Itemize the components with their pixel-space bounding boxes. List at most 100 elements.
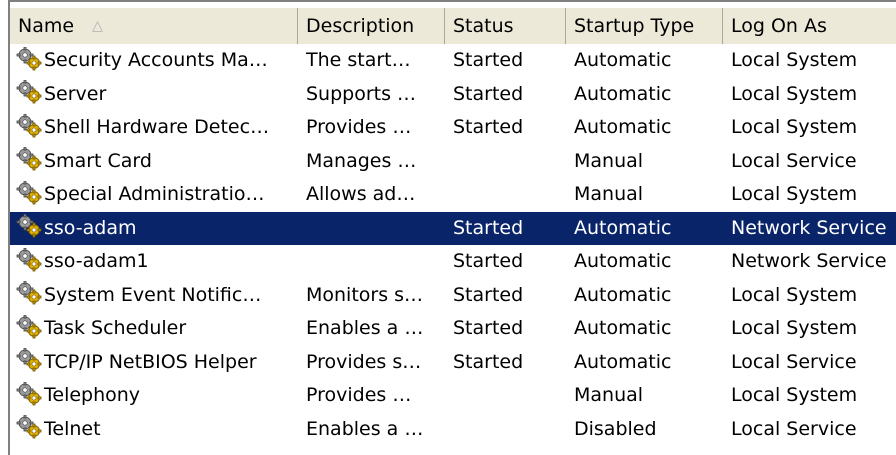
service-description: Enables a … — [306, 417, 424, 440]
service-log-on-as: Network Service — [731, 216, 887, 239]
service-description: Enables a … — [306, 317, 424, 339]
service-status: Started — [453, 82, 524, 105]
service-startup-type: Manual — [574, 384, 644, 406]
service-startup-type: Manual — [574, 149, 644, 172]
column-header-name[interactable]: Name △ — [10, 8, 298, 44]
service-status: Started — [453, 49, 524, 71]
service-gear-icon — [16, 113, 43, 138]
column-header-status-label: Status — [453, 15, 514, 37]
service-name-cell: TCP/IP NetBIOS Helper — [10, 346, 298, 380]
service-name-cell: Special Administratio… — [10, 178, 298, 212]
service-gear-icon — [16, 180, 43, 205]
service-name: Security Accounts Ma… — [44, 49, 268, 71]
service-row[interactable]: Special Administratio… Allows ad… Manual Lo… — [10, 178, 896, 212]
service-gear-icon — [16, 79, 43, 104]
column-header-bar: Name △ Description Status Startup Type Lo… — [10, 8, 896, 44]
service-status: Started — [453, 250, 524, 272]
service-log-on-as: Local System — [731, 82, 858, 105]
service-description: Manages … — [306, 149, 417, 172]
services-list-view: Name △ Description Status Startup Type Lo… — [8, 0, 896, 455]
service-row[interactable]: Task Scheduler Enables a … Started Automati… — [10, 312, 896, 346]
service-startup-type: Automatic — [574, 350, 672, 373]
service-startup-type: Automatic — [574, 82, 672, 105]
service-name-cell: Task Scheduler — [10, 312, 298, 346]
service-gear-icon — [16, 381, 43, 406]
column-header-status[interactable]: Status — [445, 8, 566, 44]
service-name-cell: Shell Hardware Detec… — [10, 111, 298, 145]
service-gear-icon — [16, 280, 43, 305]
service-name: Shell Hardware Detec… — [44, 116, 270, 138]
service-row[interactable]: sso-adam Started Automatic Network Service — [10, 211, 896, 246]
service-name: TCP/IP NetBIOS Helper — [44, 350, 257, 373]
service-status — [445, 413, 566, 447]
service-gear-icon — [16, 146, 43, 171]
service-log-on-as: Local Service — [731, 149, 857, 172]
service-name: System Event Notific… — [44, 283, 262, 306]
service-name-cell: Smart Card — [10, 145, 298, 179]
service-status — [445, 379, 566, 413]
service-startup-type: Automatic — [574, 317, 672, 339]
service-name-cell: Telnet — [10, 413, 298, 447]
service-row[interactable]: TCP/IP NetBIOS Helper Provides s… Started A… — [10, 346, 896, 380]
service-name-cell: Server — [10, 78, 298, 112]
service-status: Started — [453, 216, 524, 239]
service-name-cell: Security Accounts Ma… — [10, 44, 298, 78]
service-startup-type: Disabled — [574, 417, 657, 440]
service-status — [445, 145, 566, 179]
service-row[interactable]: System Event Notific… Monitors s… Started A… — [10, 279, 896, 313]
service-name: sso-adam1 — [44, 250, 149, 272]
service-description — [298, 245, 445, 279]
service-startup-type: Automatic — [574, 116, 672, 138]
column-header-name-label: Name — [18, 15, 75, 37]
service-log-on-as: Local System — [731, 317, 858, 339]
service-log-on-as: Local Service — [731, 350, 857, 373]
service-name: Telnet — [44, 417, 101, 440]
service-startup-type: Automatic — [574, 283, 672, 306]
service-description: Provides … — [306, 384, 412, 406]
service-name: Telephony — [44, 384, 141, 406]
service-name-cell: sso-adam — [10, 212, 298, 246]
service-row[interactable]: Server Supports … Started Automatic Local Sy… — [10, 78, 896, 112]
service-rows: Security Accounts Ma… The start… Started Au… — [10, 44, 896, 446]
service-startup-type: Manual — [574, 183, 644, 205]
service-status: Started — [453, 116, 524, 138]
service-row[interactable]: Security Accounts Ma… The start… Started Au… — [10, 44, 896, 78]
service-log-on-as: Local System — [731, 384, 858, 406]
service-description: Allows ad… — [306, 183, 416, 205]
service-gear-icon — [16, 314, 43, 339]
service-log-on-as: Local System — [731, 283, 858, 306]
service-log-on-as: Local System — [731, 116, 858, 138]
service-gear-icon — [16, 213, 43, 238]
column-header-startup-type[interactable]: Startup Type — [566, 8, 723, 44]
service-name: Smart Card — [44, 149, 152, 172]
service-name: Task Scheduler — [44, 317, 187, 339]
service-name: sso-adam — [44, 216, 137, 239]
service-row[interactable]: Telephony Provides … Manual Local System — [10, 379, 896, 413]
service-startup-type: Automatic — [574, 49, 672, 71]
service-gear-icon — [16, 414, 43, 439]
service-gear-icon — [16, 347, 43, 372]
service-status: Started — [453, 283, 524, 306]
service-name-cell: System Event Notific… — [10, 279, 298, 313]
service-name: Server — [44, 82, 107, 105]
service-gear-icon — [16, 46, 43, 71]
service-row[interactable]: sso-adam1 Started Automatic Network Service — [10, 245, 896, 279]
service-description: Provides … — [306, 116, 412, 138]
column-header-log-on-as-label: Log On As — [731, 15, 827, 37]
service-status: Started — [453, 317, 524, 339]
service-row[interactable]: Telnet Enables a … Disabled Local Service — [10, 413, 896, 447]
service-name-cell: Telephony — [10, 379, 298, 413]
sort-ascending-icon: △ — [92, 18, 103, 34]
service-row[interactable]: Smart Card Manages … Manual Local Service — [10, 145, 896, 179]
service-log-on-as: Local System — [731, 183, 858, 205]
service-log-on-as: Local Service — [731, 417, 857, 440]
column-header-description[interactable]: Description — [298, 8, 445, 44]
column-header-startup-type-label: Startup Type — [574, 15, 695, 37]
service-description: Monitors s… — [306, 283, 424, 306]
column-header-log-on-as[interactable]: Log On As — [723, 8, 896, 44]
service-log-on-as: Network Service — [731, 250, 887, 272]
service-description — [298, 212, 445, 246]
service-description: The start… — [306, 49, 411, 71]
column-header-description-label: Description — [306, 15, 415, 37]
service-row[interactable]: Shell Hardware Detec… Provides … Started Au… — [10, 111, 896, 145]
